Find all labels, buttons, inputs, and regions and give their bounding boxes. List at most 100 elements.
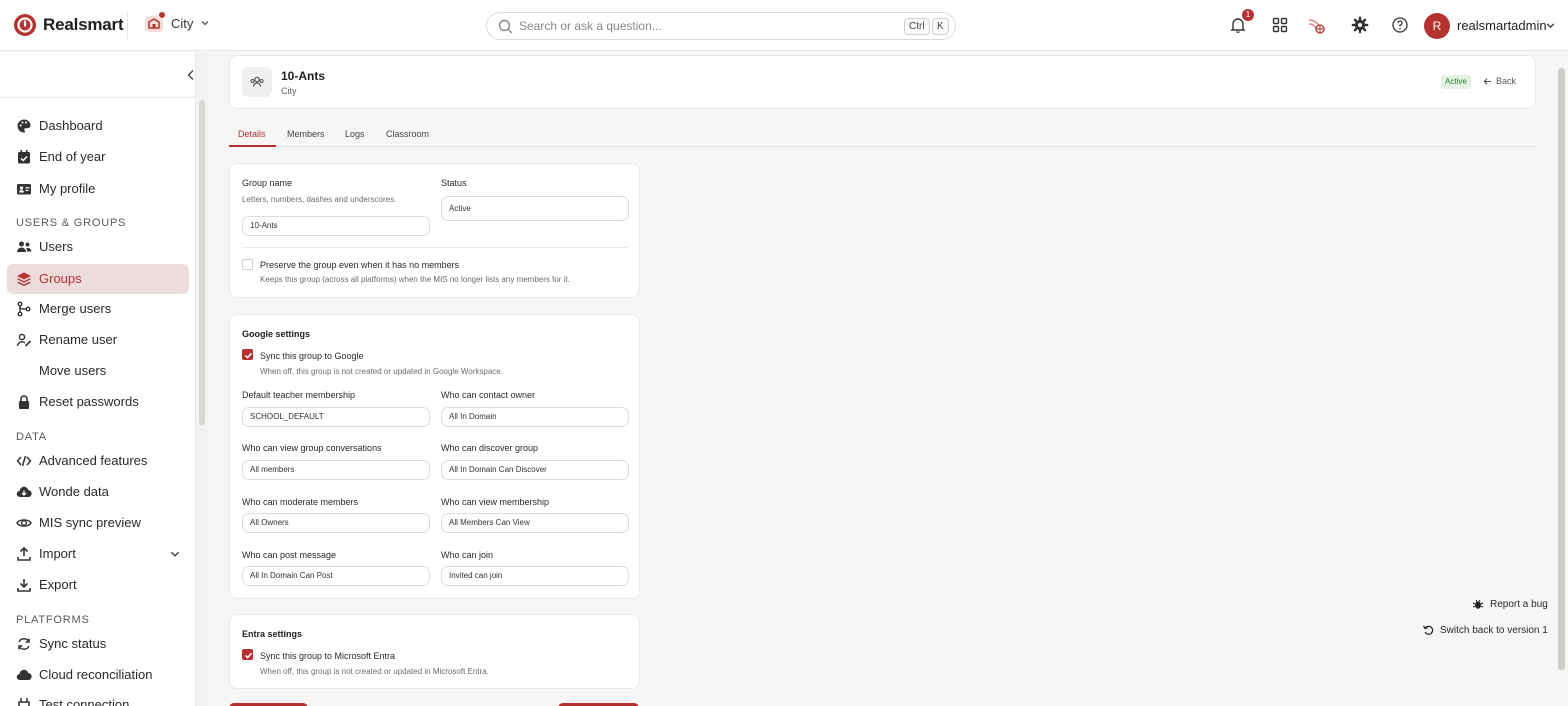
entra-settings-title: Entra settings xyxy=(242,629,303,639)
sync-entra-label: Sync this group to Microsoft Entra xyxy=(260,651,396,661)
check-icon xyxy=(244,652,253,659)
users-group-icon xyxy=(250,76,264,87)
palette-icon xyxy=(17,119,31,133)
report-bug-label: Report a bug xyxy=(1490,598,1548,610)
help-button[interactable] xyxy=(1391,16,1409,34)
tenant-status-dot xyxy=(158,11,166,19)
details-card: Group name Letters, numbers, dashes and … xyxy=(229,163,640,298)
sidebar-item-users[interactable]: Users xyxy=(7,232,189,262)
sidebar-item-label: Advanced features xyxy=(39,453,148,468)
sidebar-item-label: Groups xyxy=(39,271,82,286)
chevron-down-icon[interactable] xyxy=(1545,20,1556,31)
bug-icon xyxy=(1472,599,1484,609)
preserve-group-label: Preserve the group even when it has no m… xyxy=(260,260,460,270)
who-can-join-select[interactable]: Invited can join xyxy=(441,566,629,586)
who-can-join-label: Who can join xyxy=(441,550,494,560)
sidebar-item-export[interactable]: Export xyxy=(7,570,189,600)
who-can-view-conversations-select[interactable]: All members xyxy=(242,460,430,480)
group-name-input[interactable]: 10-Ants xyxy=(242,216,430,236)
who-can-contact-owner-select[interactable]: All In Domain xyxy=(441,407,629,427)
help-circle-icon xyxy=(1392,17,1408,33)
google-settings-title: Google settings xyxy=(242,329,311,339)
back-button[interactable]: Back xyxy=(1483,76,1516,86)
feeds-button[interactable] xyxy=(1307,16,1325,34)
chevron-left-icon[interactable] xyxy=(186,69,196,81)
who-can-view-membership-label: Who can view membership xyxy=(441,497,550,507)
search-bar[interactable]: Search or ask a question... Ctrl K xyxy=(486,12,956,40)
group-name-label: Group name xyxy=(242,178,293,188)
status-select[interactable]: Active xyxy=(441,196,629,221)
sidebar-item-label: Wonde data xyxy=(39,484,109,499)
tab-details[interactable]: Details xyxy=(238,129,266,139)
sync-entra-checkbox[interactable] xyxy=(242,649,253,660)
sync-google-checkbox[interactable] xyxy=(242,349,253,360)
sidebar-scrollbar[interactable] xyxy=(199,100,205,425)
realsmart-logo-icon xyxy=(14,14,36,36)
chevron-down-icon xyxy=(201,21,209,26)
sidebar-item-label: Users xyxy=(39,239,73,254)
school-icon xyxy=(144,11,166,33)
who-can-post-message-select[interactable]: All In Domain Can Post xyxy=(242,566,430,586)
sidebar-item-label: Sync status xyxy=(39,636,107,651)
sidebar-item-label: Reset passwords xyxy=(39,394,139,409)
sidebar-item-dashboard[interactable]: Dashboard xyxy=(7,111,189,141)
sidebar-item-wonde-data[interactable]: Wonde data xyxy=(7,477,189,507)
sidebar-item-merge-users[interactable]: Merge users xyxy=(7,294,189,324)
default-teacher-membership-label: Default teacher membership xyxy=(242,390,356,400)
tab-logs[interactable]: Logs xyxy=(345,129,365,139)
sidebar-item-move-users[interactable]: Move users xyxy=(7,356,189,386)
active-tab-indicator xyxy=(229,145,276,147)
sidebar-item-groups[interactable]: Groups xyxy=(7,264,189,294)
sync-icon xyxy=(18,638,30,650)
sidebar-item-sync-status[interactable]: Sync status xyxy=(7,629,189,659)
tab-classroom[interactable]: Classroom xyxy=(386,129,429,139)
sidebar-item-label: Move users xyxy=(39,363,107,378)
calendar-check-icon xyxy=(18,150,30,164)
chevron-down-icon[interactable] xyxy=(169,548,181,560)
sidebar-header xyxy=(0,52,196,98)
tab-members[interactable]: Members xyxy=(287,129,325,139)
sidebar-item-test-connection[interactable]: Test connection xyxy=(7,690,189,706)
check-icon xyxy=(244,352,253,359)
page-subtitle: City xyxy=(281,86,297,96)
sidebar-item-label: MIS sync preview xyxy=(39,515,141,530)
sidebar-item-rename-user[interactable]: Rename user xyxy=(7,325,189,355)
page-scrollbar[interactable] xyxy=(1558,68,1565,670)
who-can-view-membership-select[interactable]: All Members Can View xyxy=(441,513,629,533)
cloud-download-icon xyxy=(16,486,32,498)
who-can-view-conversations-label: Who can view group conversations xyxy=(242,443,382,453)
default-teacher-membership-select[interactable]: SCHOOL_DEFAULT xyxy=(242,407,430,427)
avatar[interactable]: R xyxy=(1424,13,1450,39)
who-can-moderate-members-label: Who can moderate members xyxy=(242,497,359,507)
sidebar-item-reset-passwords[interactable]: Reset passwords xyxy=(7,387,189,417)
sidebar-item-mis-sync-preview[interactable]: MIS sync preview xyxy=(7,508,189,538)
sidebar-item-cloud-reconciliation[interactable]: Cloud reconciliation xyxy=(7,660,189,690)
sidebar-item-advanced-features[interactable]: Advanced features xyxy=(7,446,189,476)
sidebar-item-label: Import xyxy=(39,546,76,561)
notification-count-badge: 1 xyxy=(1242,9,1254,21)
switch-version-button[interactable]: Switch back to version 1 xyxy=(1422,624,1548,636)
preserve-group-hint: Keeps this group (across all platforms) … xyxy=(260,275,570,284)
sidebar-item-label: Rename user xyxy=(39,332,118,347)
grid-icon xyxy=(1272,17,1288,33)
sidebar-item-label: Merge users xyxy=(39,301,112,316)
report-bug-button[interactable]: Report a bug xyxy=(1472,598,1548,610)
eye-icon xyxy=(16,519,32,527)
preserve-group-checkbox[interactable] xyxy=(242,259,253,270)
sidebar-item-import[interactable]: Import xyxy=(7,539,189,569)
who-can-moderate-members-select[interactable]: All Owners xyxy=(242,513,430,533)
sidebar-item-my-profile[interactable]: My profile xyxy=(7,174,189,204)
brand-logo[interactable]: Realsmart xyxy=(13,13,124,37)
divider xyxy=(242,247,628,248)
settings-button[interactable] xyxy=(1351,16,1369,34)
username[interactable]: realsmartadmin xyxy=(1457,18,1547,33)
who-can-discover-group-select[interactable]: All In Domain Can Discover xyxy=(441,460,629,480)
sidebar-item-end-of-year[interactable]: End of year xyxy=(7,142,189,172)
sidebar: Dashboard End of year My profile USERS &… xyxy=(0,52,196,706)
apps-button[interactable] xyxy=(1271,16,1289,34)
section-title-platforms: PLATFORMS xyxy=(16,614,90,626)
tenant-switcher[interactable]: City xyxy=(144,11,210,33)
search-placeholder: Search or ask a question... xyxy=(519,19,662,33)
brand-name: Realsmart xyxy=(43,15,124,34)
download-icon xyxy=(17,579,31,592)
